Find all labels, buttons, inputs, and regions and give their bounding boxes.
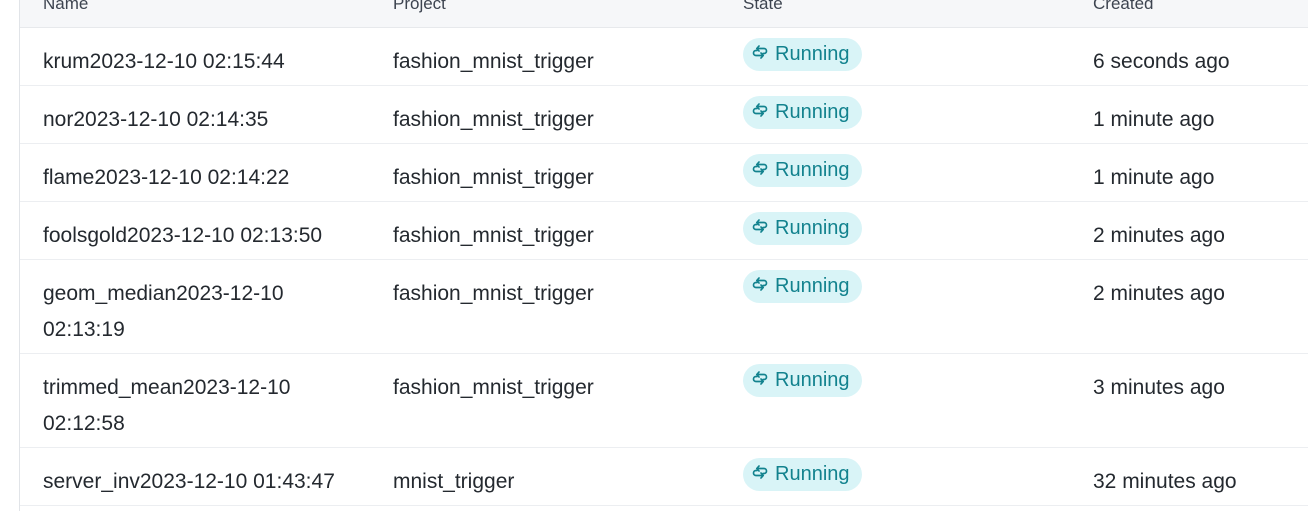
run-project[interactable]: fashion_mnist_trigger [393, 276, 594, 312]
table-row[interactable]: geom_median2023-12-10 02:13:19 fashion_m… [20, 260, 1308, 354]
run-project[interactable]: fashion_mnist_trigger [393, 218, 594, 254]
sync-arrows-icon [752, 43, 768, 66]
sync-arrows-icon [752, 217, 768, 240]
status-badge: Running [743, 270, 862, 303]
status-label: Running [775, 463, 850, 485]
created-time: 1 minute ago [1093, 108, 1215, 131]
table-header: Name Project State Created [20, 0, 1308, 28]
run-project[interactable]: fashion_mnist_trigger [393, 102, 594, 138]
status-label: Running [775, 275, 850, 297]
table-row[interactable]: krum2023-12-10 02:15:44 fashion_mnist_tr… [20, 28, 1308, 86]
sync-arrows-icon [752, 463, 768, 486]
created-time: 1 minute ago [1093, 166, 1215, 189]
status-label: Running [775, 101, 850, 123]
table-row[interactable]: trimmed_mean2023-12-10 02:12:58 fashion_… [20, 354, 1308, 448]
run-name[interactable]: nor2023-12-10 02:14:35 [43, 102, 343, 138]
created-time: 2 minutes ago [1093, 224, 1225, 247]
column-header-state[interactable]: State [743, 0, 783, 14]
runs-table: Name Project State Created krum2023-12-1… [19, 0, 1308, 511]
run-project[interactable]: mnist_trigger [393, 464, 514, 500]
sync-arrows-icon [752, 369, 768, 392]
created-time: 2 minutes ago [1093, 282, 1225, 305]
column-header-name[interactable]: Name [43, 0, 88, 14]
run-project[interactable]: fashion_mnist_trigger [393, 44, 594, 80]
status-label: Running [775, 43, 850, 65]
status-badge: Running [743, 212, 862, 245]
created-time: 6 seconds ago [1093, 50, 1230, 73]
table-row[interactable]: foolsgold2023-12-10 02:13:50 fashion_mni… [20, 202, 1308, 260]
run-project[interactable]: fashion_mnist_trigger [393, 370, 594, 406]
table-row[interactable]: nor2023-12-10 02:14:35 fashion_mnist_tri… [20, 86, 1308, 144]
status-badge: Running [743, 38, 862, 71]
status-label: Running [775, 159, 850, 181]
created-time: 3 minutes ago [1093, 376, 1225, 399]
sync-arrows-icon [752, 159, 768, 182]
status-badge: Running [743, 154, 862, 187]
run-name[interactable]: krum2023-12-10 02:15:44 [43, 44, 343, 80]
sync-arrows-icon [752, 101, 768, 124]
run-name[interactable]: foolsgold2023-12-10 02:13:50 [43, 218, 343, 254]
created-time: 32 minutes ago [1093, 470, 1237, 493]
table-row[interactable]: flame2023-12-10 02:14:22 fashion_mnist_t… [20, 144, 1308, 202]
status-badge: Running [743, 458, 862, 491]
run-name[interactable]: geom_median2023-12-10 02:13:19 [43, 276, 343, 348]
status-label: Running [775, 217, 850, 239]
sync-arrows-icon [752, 275, 768, 298]
run-name[interactable]: trimmed_mean2023-12-10 02:12:58 [43, 370, 343, 442]
run-name[interactable]: flame2023-12-10 02:14:22 [43, 160, 343, 196]
run-project[interactable]: fashion_mnist_trigger [393, 160, 594, 196]
run-name[interactable]: server_inv2023-12-10 01:43:47 [43, 464, 343, 500]
column-header-project[interactable]: Project [393, 0, 446, 14]
column-header-created[interactable]: Created [1093, 0, 1153, 14]
status-label: Running [775, 369, 850, 391]
status-badge: Running [743, 364, 862, 397]
table-row[interactable]: server_inv2023-12-10 01:43:47 mnist_trig… [20, 448, 1308, 506]
status-badge: Running [743, 96, 862, 129]
